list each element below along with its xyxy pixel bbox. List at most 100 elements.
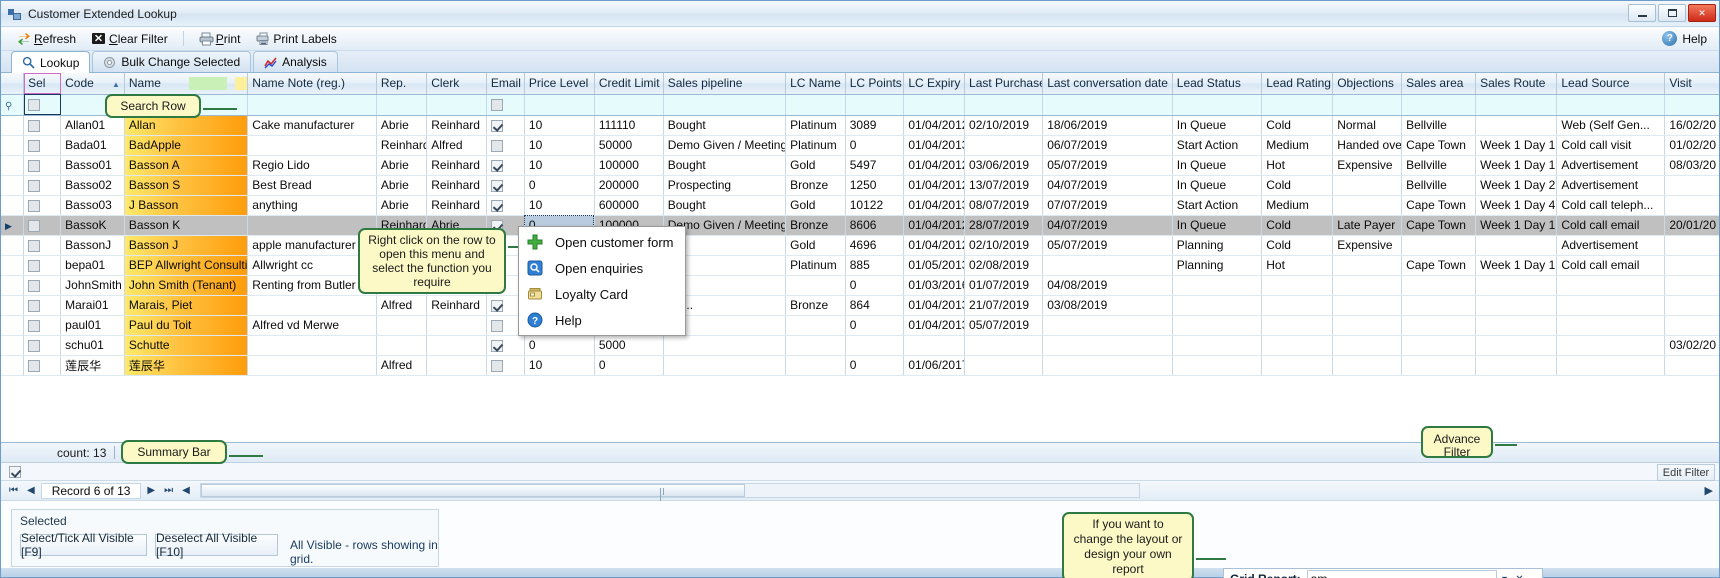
cell-source[interactable]: Web (Self Gen... bbox=[1556, 115, 1666, 136]
cell-area[interactable]: Cape Town bbox=[1401, 215, 1477, 236]
menu-item-open-customer-form[interactable]: Open customer form bbox=[519, 229, 685, 255]
menu-item-loyalty-card[interactable]: Loyalty Card bbox=[519, 281, 685, 307]
column-header-code[interactable]: Code ▲ bbox=[60, 73, 125, 95]
cell-source[interactable]: Cold call email bbox=[1556, 215, 1666, 236]
row-select-checkbox[interactable] bbox=[28, 159, 41, 172]
row-email-checkbox[interactable] bbox=[490, 159, 503, 172]
cell-lastconv[interactable]: 06/07/2019 bbox=[1042, 135, 1173, 156]
cell-credit[interactable]: 200000 bbox=[594, 175, 664, 196]
cell-lastconv[interactable] bbox=[1042, 335, 1173, 356]
cell-lcname[interactable] bbox=[785, 315, 846, 336]
cell-rating[interactable]: Medium bbox=[1261, 135, 1334, 156]
cell-pipeline[interactable]: Bought bbox=[663, 115, 787, 136]
search-cell-lc-points[interactable] bbox=[845, 94, 905, 116]
cell-lcexpiry[interactable]: 01/04/2013 bbox=[903, 135, 966, 156]
cell-lcname[interactable]: Gold bbox=[785, 235, 846, 256]
cell-pipeline[interactable] bbox=[663, 335, 787, 356]
cell-visit[interactable] bbox=[1664, 195, 1719, 216]
cell-credit[interactable]: 100000 bbox=[594, 155, 664, 176]
cell-route[interactable] bbox=[1475, 275, 1558, 296]
column-header-clerk[interactable]: Clerk bbox=[426, 73, 487, 95]
cell-rating[interactable]: Hot bbox=[1261, 255, 1334, 276]
cell-area[interactable]: Bellville bbox=[1401, 115, 1477, 136]
row-select-checkbox[interactable] bbox=[28, 339, 41, 352]
search-cell-lead-status[interactable] bbox=[1172, 94, 1263, 116]
cell-status[interactable]: Start Action bbox=[1172, 135, 1263, 156]
cell-clerk[interactable] bbox=[426, 335, 487, 356]
cell-route[interactable] bbox=[1475, 355, 1558, 376]
cell-rating[interactable] bbox=[1261, 335, 1334, 356]
cell-visit[interactable] bbox=[1664, 315, 1719, 336]
cell-status[interactable] bbox=[1172, 335, 1263, 356]
cell-sel[interactable] bbox=[23, 215, 62, 236]
cell-note[interactable] bbox=[247, 215, 377, 236]
search-cell-credit-limit[interactable] bbox=[594, 94, 664, 116]
cell-source[interactable]: Advertisement bbox=[1556, 175, 1666, 196]
cell-lastpurchase[interactable]: 03/06/2019 bbox=[964, 155, 1044, 176]
cell-code[interactable]: paul01 bbox=[60, 315, 125, 336]
cell-lastpurchase[interactable]: 02/10/2019 bbox=[964, 115, 1044, 136]
column-header-lc-points[interactable]: LC Points bbox=[845, 73, 905, 95]
row-select-checkbox[interactable] bbox=[28, 319, 41, 332]
cell-rep[interactable]: Abrie bbox=[376, 195, 428, 216]
search-cell-price-level[interactable] bbox=[524, 94, 595, 116]
cell-lastconv[interactable] bbox=[1042, 315, 1173, 336]
cell-name[interactable]: J Basson bbox=[124, 195, 249, 216]
cell-lcexpiry[interactable] bbox=[903, 335, 966, 356]
cell-code[interactable]: 莲辰华 bbox=[60, 355, 125, 376]
cell-lcname[interactable] bbox=[785, 275, 846, 296]
cell-route[interactable] bbox=[1475, 315, 1558, 336]
cell-rep[interactable]: Abrie bbox=[376, 115, 428, 136]
cell-note[interactable]: Regio Lido bbox=[247, 155, 377, 176]
table-row[interactable]: Marai01Marais, PietAlfredReinhard/ N...B… bbox=[1, 295, 1719, 316]
cell-rating[interactable] bbox=[1261, 315, 1334, 336]
cell-sel[interactable] bbox=[23, 115, 62, 136]
column-header-credit-limit[interactable]: Credit Limit bbox=[594, 73, 664, 95]
cell-lastpurchase[interactable] bbox=[964, 335, 1044, 356]
cell-clerk[interactable]: Alfred bbox=[426, 135, 487, 156]
cell-rep[interactable]: Alfred bbox=[376, 355, 428, 376]
cell-rep[interactable]: Reinhard bbox=[376, 135, 428, 156]
column-header-objections[interactable]: Objections bbox=[1332, 73, 1403, 95]
cell-code[interactable]: JohnSmith bbox=[60, 275, 125, 296]
cell-clerk[interactable]: Reinhard bbox=[426, 295, 487, 316]
column-header-lead-rating[interactable]: Lead Rating bbox=[1261, 73, 1334, 95]
cell-note[interactable] bbox=[247, 135, 377, 156]
grid-report-more-icon[interactable]: ⋯ bbox=[1527, 570, 1542, 578]
row-select-checkbox[interactable] bbox=[28, 239, 41, 252]
cell-lcname[interactable]: Bronze bbox=[785, 215, 846, 236]
cell-visit[interactable] bbox=[1664, 275, 1719, 296]
minimize-button[interactable] bbox=[1628, 4, 1656, 22]
cell-area[interactable] bbox=[1401, 355, 1477, 376]
cell-note[interactable]: Cake manufacturer bbox=[247, 115, 377, 136]
cell-lcpoints[interactable]: 885 bbox=[845, 255, 905, 276]
cell-rating[interactable] bbox=[1261, 275, 1334, 296]
cell-lcpoints[interactable]: 0 bbox=[845, 275, 905, 296]
cell-area[interactable] bbox=[1401, 235, 1477, 256]
header-swatch-green[interactable] bbox=[188, 77, 227, 91]
tab-bulk-change-selected[interactable]: Bulk Change Selected bbox=[92, 51, 252, 72]
cell-rep[interactable] bbox=[376, 315, 428, 336]
cell-objections[interactable]: Expensive bbox=[1332, 155, 1403, 176]
table-row[interactable]: Bada01 BadApple Reinhard Alfred 10 50000 Demo … bbox=[1, 135, 1719, 156]
cell-lcpoints[interactable]: 0 bbox=[845, 315, 905, 336]
row-select-checkbox[interactable] bbox=[28, 279, 41, 292]
cell-source[interactable] bbox=[1556, 295, 1666, 316]
cell-lcname[interactable]: Bronze bbox=[785, 295, 846, 316]
menu-item-open-enquiries[interactable]: Open enquiries bbox=[519, 255, 685, 281]
search-cell-sales-area[interactable] bbox=[1401, 94, 1477, 116]
cell-sel[interactable] bbox=[23, 335, 62, 356]
cell-visit[interactable] bbox=[1664, 235, 1719, 256]
cell-visit[interactable]: 01/02/20 bbox=[1664, 135, 1719, 156]
cell-route[interactable]: Week 1 Day 1 bbox=[1475, 215, 1558, 236]
cell-rep[interactable]: Abrie bbox=[376, 175, 428, 196]
cell-area[interactable] bbox=[1401, 295, 1477, 316]
search-cell-lc-name[interactable] bbox=[785, 94, 846, 116]
cell-clerk[interactable] bbox=[426, 355, 487, 376]
tab-analysis[interactable]: Analysis bbox=[253, 51, 338, 72]
cell-lcname[interactable]: Platinum bbox=[785, 115, 846, 136]
cell-rep[interactable]: Abrie bbox=[376, 155, 428, 176]
cell-pipeline[interactable] bbox=[663, 355, 787, 376]
cell-lastconv[interactable]: 05/07/2019 bbox=[1042, 235, 1173, 256]
cell-lcexpiry[interactable]: 01/04/2012 bbox=[903, 235, 966, 256]
